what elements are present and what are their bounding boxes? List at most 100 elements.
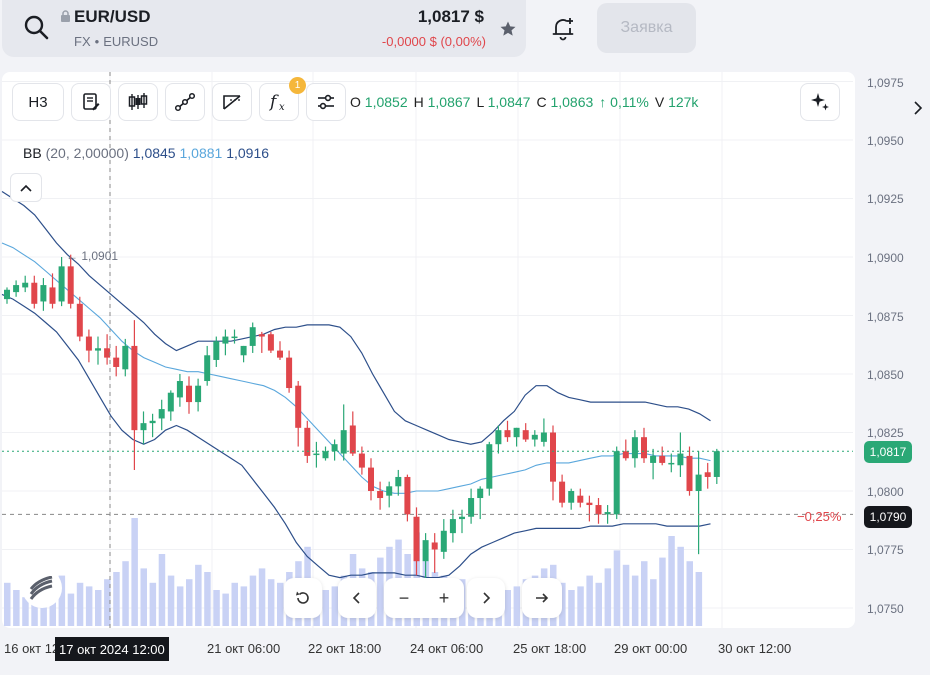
volume-bar: [504, 590, 511, 626]
bollinger-legend[interactable]: BB (20, 2,00000) 1,0845 1,0881 1,0916: [23, 145, 269, 161]
candle-down: [31, 282, 38, 304]
indicators-count-badge: 1: [289, 77, 306, 94]
volume-bar: [586, 575, 593, 626]
reset-chart-button[interactable]: [284, 578, 322, 618]
y-tick-label: 1,0750: [867, 602, 904, 616]
candle-up: [240, 345, 247, 356]
volume-bar: [659, 557, 666, 626]
percent-diff-label: −0,25%: [797, 509, 842, 524]
chevron-up-icon: [20, 184, 32, 192]
volume-value: 127k: [668, 94, 699, 110]
low-value: 1,0847: [487, 94, 531, 110]
volume-bar: [149, 582, 157, 626]
y-tick-label: 1,0825: [867, 426, 904, 440]
candle-down: [431, 542, 438, 550]
x-tick-label: 24 окт 06:00: [410, 641, 484, 656]
sliders-icon: [318, 94, 334, 110]
scroll-left-button[interactable]: [338, 578, 376, 618]
volume-bar: [222, 593, 229, 626]
expand-panel-button[interactable]: [912, 100, 930, 130]
volume-label: V: [654, 94, 665, 110]
candle-up: [677, 453, 684, 466]
scroll-right-button[interactable]: [467, 578, 505, 618]
zoom-out-button[interactable]: −: [399, 588, 410, 609]
ai-assistant-button[interactable]: [800, 83, 840, 121]
trendline-icon: [174, 92, 196, 112]
y-tick-label: 1,0950: [867, 134, 904, 148]
candle-up: [313, 453, 320, 456]
volume-bar: [668, 536, 675, 626]
drawings-list-button[interactable]: [71, 83, 111, 121]
bb-params: (20, 2,00000): [45, 145, 129, 161]
candle-up: [386, 486, 393, 496]
crosshair-price-tag: 1,0790: [864, 506, 912, 528]
volume-bar: [167, 575, 175, 626]
candle-up: [204, 355, 211, 382]
y-tick-label: 1,0800: [867, 485, 904, 499]
chart-settings-button[interactable]: [306, 83, 346, 121]
volume-bar: [85, 586, 93, 626]
volume-bar: [577, 586, 584, 626]
chevron-left-icon: [352, 592, 360, 604]
close-value: 1,0863: [550, 94, 594, 110]
zoom-in-button[interactable]: +: [439, 588, 450, 609]
candle-down: [67, 266, 74, 304]
candle-down: [659, 455, 666, 463]
x-tick-label: 21 окт 06:00: [207, 641, 281, 656]
candle-up: [122, 345, 129, 370]
volume-bar: [695, 572, 703, 626]
candle-up: [695, 474, 702, 491]
volume-bar: [277, 582, 284, 626]
candle-up: [631, 437, 638, 459]
volume-bar: [176, 586, 184, 626]
y-tick-label: 1,0775: [867, 543, 904, 557]
volume-bar: [158, 554, 166, 626]
crosshair-time-label: 17 окт 2024 12:00: [55, 637, 169, 661]
collapse-legend-button[interactable]: [10, 173, 42, 202]
go-to-latest-button[interactable]: [522, 578, 562, 618]
candle-down: [586, 502, 593, 506]
change-percent: ↑ 0,11%: [599, 94, 649, 110]
volume-bar: [186, 579, 193, 626]
candle-down: [595, 505, 602, 515]
trendline-tool-button[interactable]: [165, 83, 205, 121]
candle-up: [4, 289, 10, 300]
candle-down: [349, 425, 356, 454]
candle-up: [13, 285, 20, 293]
candlesticks: [4, 254, 720, 583]
x-tick-label: 22 окт 18:00: [308, 641, 382, 656]
candle-up: [213, 341, 220, 360]
candle-down: [413, 516, 420, 562]
volume-bar: [513, 586, 521, 626]
candle-down: [85, 336, 92, 351]
candle-down: [704, 472, 711, 477]
volume-bar: [249, 575, 257, 626]
candle-up: [340, 430, 347, 454]
high-marker-value: 1,0901: [81, 249, 119, 263]
candle-up: [650, 455, 657, 463]
broker-logo[interactable]: [22, 568, 62, 608]
volume-bar: [258, 568, 266, 626]
volume-bar: [631, 575, 639, 626]
bb-upper-line: [1, 190, 711, 445]
reset-icon: [296, 591, 309, 604]
volume-bar: [622, 564, 630, 626]
candle-down: [577, 495, 584, 503]
chart-type-button[interactable]: [118, 83, 158, 121]
bb-middle-value: 1,0881: [179, 145, 223, 161]
candle-down: [267, 334, 274, 351]
bb-lower-line: [1, 293, 711, 579]
volume-bar: [204, 572, 211, 626]
candle-down: [277, 350, 283, 358]
bb-name: BB: [23, 145, 42, 161]
indicators-button[interactable]: fx 1: [259, 77, 306, 121]
candle-up: [495, 430, 502, 445]
fibonacci-tool-button[interactable]: [212, 83, 252, 121]
candle-up: [195, 385, 202, 403]
function-fx-icon: fx: [268, 92, 285, 113]
timeframe-button[interactable]: Н3: [12, 83, 64, 121]
candle-down: [186, 385, 192, 403]
volume-bar: [677, 546, 684, 626]
volume-bar: [686, 561, 693, 626]
volume-bar: [267, 579, 275, 626]
